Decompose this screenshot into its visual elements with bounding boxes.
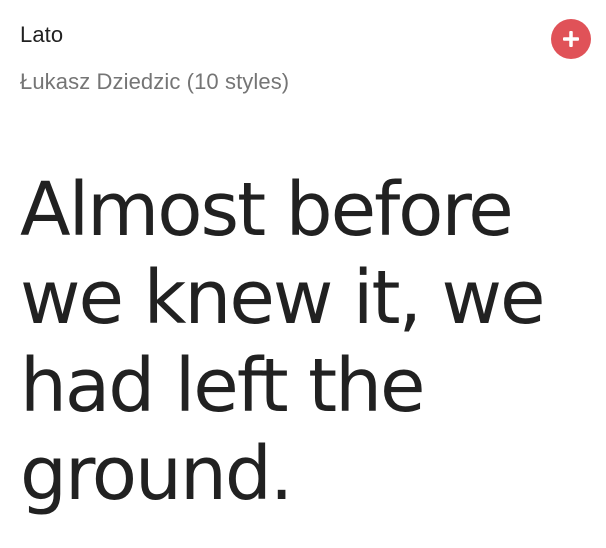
font-preview-text[interactable]: Almost before we knew it, we had left th… [20, 166, 590, 518]
font-card: Lato Łukasz Dziedzic (10 styles) Almost … [0, 0, 606, 548]
font-family-name[interactable]: Lato [20, 21, 63, 49]
font-designer-styles: Łukasz Dziedzic (10 styles) [20, 69, 290, 94]
plus-icon [561, 29, 581, 49]
add-font-button[interactable] [551, 19, 591, 59]
